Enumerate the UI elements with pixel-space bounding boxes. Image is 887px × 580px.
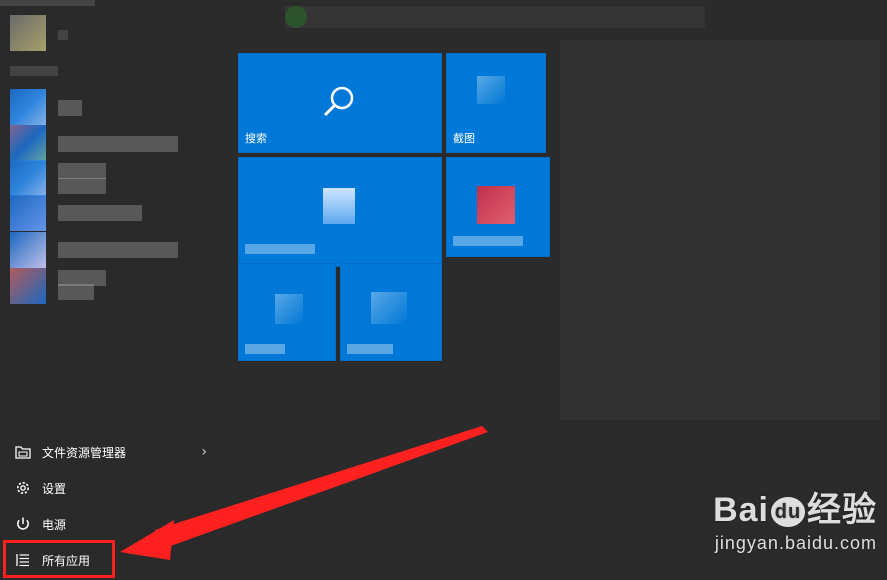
blurred-app-tile[interactable] — [340, 263, 442, 361]
left-topbar — [0, 0, 95, 6]
annotation-highlight-box — [3, 540, 115, 578]
blurred-tile-icon — [371, 292, 407, 324]
screenshot-tile-label: 截图 — [453, 132, 475, 145]
blurred-tile-text — [347, 344, 393, 354]
blurred-app-icon[interactable] — [10, 89, 46, 125]
user-avatar — [285, 6, 307, 28]
power-item[interactable]: 电源 — [8, 509, 213, 539]
gear-icon — [14, 479, 32, 497]
blurred-app-text — [58, 178, 106, 194]
watermark-brand: Bai du 经验 — [637, 482, 877, 531]
blurred-section-header — [10, 66, 58, 76]
blurred-tile-icon — [477, 76, 505, 104]
blurred-app-text — [58, 100, 82, 116]
blurred-app-icon[interactable] — [10, 195, 46, 231]
blurred-tile-text — [245, 344, 285, 354]
file-explorer-item[interactable]: 文件资源管理器 › — [8, 437, 213, 467]
blurred-tile-icon — [323, 188, 355, 224]
blurred-tile-text — [453, 236, 523, 246]
baidu-jingyan-watermark: Bai du 经验 jingyan.baidu.com — [637, 482, 877, 562]
blurred-app-icon — [10, 15, 46, 51]
blurred-app-text — [58, 284, 94, 300]
settings-item[interactable]: 设置 — [8, 473, 213, 503]
screenshot-tile[interactable]: 截图 — [446, 53, 546, 153]
blurred-app-text — [58, 30, 68, 40]
blurred-app-icon[interactable] — [10, 268, 46, 304]
blurred-app-icon[interactable] — [10, 125, 46, 161]
blurred-app-tile[interactable] — [238, 263, 336, 361]
blurred-right-area — [560, 40, 880, 420]
watermark-brand-jingyan: 经验 — [807, 491, 877, 529]
start-menu: 文件资源管理器 › 设置 电源 所有应用 搜索 截图 Bai du 经验 jin… — [0, 0, 887, 580]
blurred-app-text — [58, 205, 142, 221]
power-icon — [14, 515, 32, 533]
blurred-app-tile[interactable] — [238, 157, 442, 267]
search-tile[interactable]: 搜索 — [238, 53, 442, 153]
blurred-app-text — [58, 163, 106, 179]
blurred-tile-text — [245, 244, 315, 254]
folder-icon — [14, 443, 32, 461]
left-column: 文件资源管理器 › 设置 电源 所有应用 — [0, 0, 225, 580]
blurred-app-text — [58, 136, 178, 152]
watermark-paw-icon: du — [771, 497, 805, 528]
power-label: 电源 — [42, 517, 67, 532]
blurred-app-text — [58, 242, 178, 258]
blurred-tile-icon — [477, 186, 515, 224]
search-icon — [319, 82, 359, 122]
file-explorer-label: 文件资源管理器 — [42, 445, 127, 460]
chevron-right-icon: › — [201, 444, 207, 460]
blurred-header — [285, 6, 705, 28]
blurred-tile-icon — [275, 294, 303, 324]
watermark-url: jingyan.baidu.com — [714, 533, 877, 553]
blurred-app-icon[interactable] — [10, 160, 46, 196]
search-tile-label: 搜索 — [245, 132, 267, 145]
blurred-app-tile[interactable] — [446, 157, 550, 257]
watermark-brand-bai: Bai — [713, 491, 769, 529]
tile-grid: 搜索 截图 — [238, 53, 550, 363]
settings-label: 设置 — [42, 481, 67, 496]
blurred-app-icon[interactable] — [10, 232, 46, 268]
